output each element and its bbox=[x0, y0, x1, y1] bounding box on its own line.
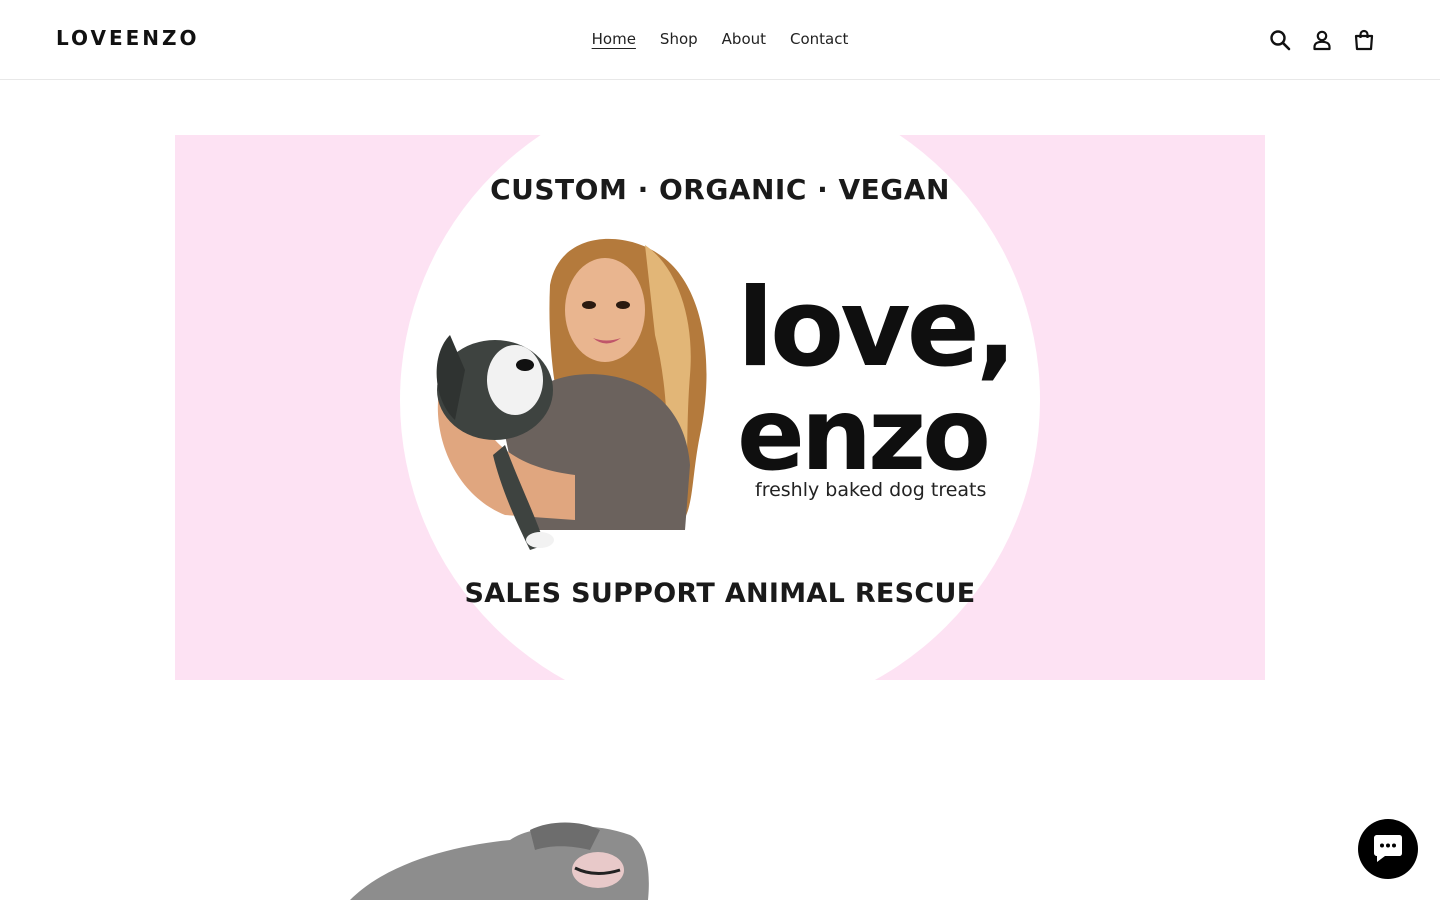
hero-banner[interactable]: CUSTOM · ORGANIC · VEGAN love, enzo fres… bbox=[175, 135, 1265, 680]
brand-wordmark-enzo: enzo bbox=[737, 376, 991, 493]
nav-about[interactable]: About bbox=[722, 29, 766, 49]
cart-icon[interactable] bbox=[1352, 28, 1376, 52]
account-icon[interactable] bbox=[1310, 28, 1334, 52]
nav-contact[interactable]: Contact bbox=[790, 29, 848, 49]
brand-wordmark-love: love, bbox=[737, 266, 1017, 391]
header-icons bbox=[1268, 28, 1376, 52]
hero-tagline-bottom: SALES SUPPORT ANIMAL RESCUE bbox=[464, 578, 976, 609]
main-nav: Home Shop About Contact bbox=[0, 29, 1440, 49]
dog-illustration-partial bbox=[350, 822, 649, 900]
nav-shop[interactable]: Shop bbox=[660, 29, 698, 49]
site-header: LOVEENZO Home Shop About Contact bbox=[0, 0, 1440, 80]
chat-icon bbox=[1374, 835, 1402, 862]
chat-button[interactable] bbox=[1358, 819, 1418, 879]
hero-tagline-top: CUSTOM · ORGANIC · VEGAN bbox=[490, 173, 950, 206]
brand-subtitle: freshly baked dog treats bbox=[755, 479, 987, 501]
search-icon[interactable] bbox=[1268, 28, 1292, 52]
nav-home[interactable]: Home bbox=[592, 29, 636, 49]
